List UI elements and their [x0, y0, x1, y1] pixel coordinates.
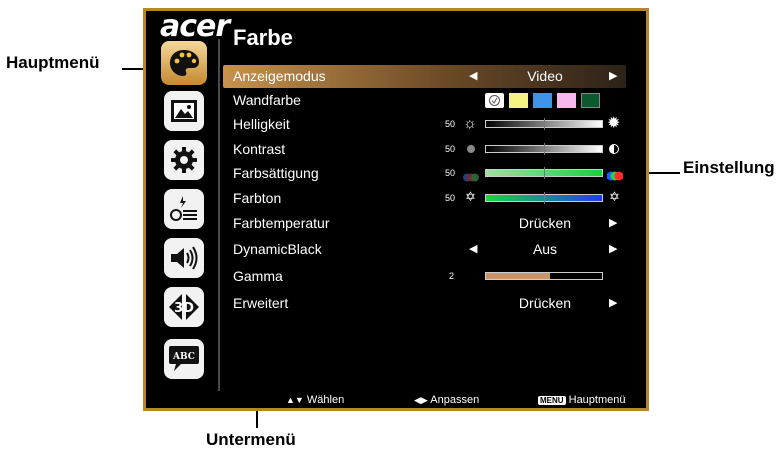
- row-farbton[interactable]: Farbton 50 ✡ ✡: [223, 187, 626, 210]
- row-value: 50: [445, 144, 456, 154]
- brightness-bar[interactable]: [485, 118, 603, 130]
- main-menu-callout: Hauptmenü: [6, 53, 100, 72]
- row-label: Farbton: [233, 190, 282, 206]
- gear-icon[interactable]: [164, 140, 204, 180]
- menu-key-icon: MENU: [538, 396, 566, 405]
- arrow-left-icon[interactable]: ◀: [469, 69, 477, 82]
- palette-icon[interactable]: [161, 41, 207, 85]
- sidebar-divider: [218, 39, 220, 391]
- wall-color-blue[interactable]: [533, 93, 552, 108]
- row-label: Farbtemperatur: [233, 215, 330, 231]
- row-label: Farbsättigung: [233, 165, 319, 181]
- arrow-right-icon[interactable]: ▶: [609, 216, 617, 229]
- saturation-bar[interactable]: [485, 167, 603, 179]
- tint-high-icon: ✡: [609, 189, 620, 204]
- footer-main-menu-label: Hauptmenü: [568, 394, 626, 406]
- projector-icon[interactable]: [164, 189, 204, 229]
- row-label: Wandfarbe: [233, 92, 301, 108]
- row-label: Kontrast: [233, 141, 286, 157]
- row-helligkeit[interactable]: Helligkeit 50 ☼ ✹: [223, 113, 626, 136]
- svg-text:ABC: ABC: [172, 352, 195, 362]
- up-down-arrows-icon: ▲▼: [286, 395, 304, 405]
- 3d-icon[interactable]: 3D: [164, 287, 204, 327]
- row-label: Erweitert: [233, 295, 289, 311]
- image-icon[interactable]: [164, 91, 204, 131]
- gamma-bar[interactable]: [485, 272, 603, 280]
- gamma-bar-fill: [486, 273, 550, 279]
- row-erweitert[interactable]: Erweitert Drücken ▶: [223, 292, 626, 315]
- row-value: Aus: [532, 241, 558, 257]
- wall-color-yellow[interactable]: [509, 93, 528, 108]
- arrow-right-icon[interactable]: ▶: [609, 69, 617, 82]
- left-right-arrows-icon: ◀▶: [414, 395, 428, 405]
- arrow-left-icon[interactable]: ◀: [469, 242, 477, 255]
- row-value: Drücken: [518, 295, 572, 311]
- footer-select-label: Wählen: [306, 394, 345, 406]
- footer-main-menu: MENU Hauptmenü: [538, 394, 626, 406]
- row-value: Drücken: [518, 215, 572, 231]
- saturation-high-icon: [606, 168, 624, 184]
- speaker-icon[interactable]: [164, 238, 204, 278]
- row-label: Anzeigemodus: [233, 68, 326, 84]
- row-value: 2: [449, 271, 455, 281]
- row-dynamicblack[interactable]: DynamicBlack ◀ Aus ▶: [223, 238, 626, 261]
- wall-color-green[interactable]: [581, 93, 600, 108]
- contrast-low-icon: [467, 145, 475, 153]
- contrast-bar[interactable]: [485, 143, 603, 155]
- submenu-callout: Untermenü: [206, 430, 296, 449]
- row-value: 50: [445, 193, 456, 203]
- footer-adjust: ◀▶ Anpassen: [414, 394, 479, 406]
- row-label: Gamma: [233, 268, 283, 284]
- language-icon[interactable]: ABC: [164, 339, 204, 379]
- row-value: 50: [445, 168, 456, 178]
- row-value: 50: [445, 119, 456, 129]
- row-value: Video: [527, 68, 563, 84]
- arrow-right-icon[interactable]: ▶: [609, 242, 617, 255]
- row-label: DynamicBlack: [233, 241, 322, 257]
- wall-color-white[interactable]: [485, 93, 504, 108]
- sun-low-icon: ☼: [463, 115, 477, 132]
- row-kontrast[interactable]: Kontrast 50: [223, 138, 626, 161]
- setting-callout: Einstellung: [683, 158, 775, 177]
- row-anzeigemodus[interactable]: Anzeigemodus ◀ Video ▶: [223, 65, 626, 88]
- row-label: Helligkeit: [233, 116, 290, 132]
- footer-adjust-label: Anpassen: [430, 394, 480, 406]
- row-gamma[interactable]: Gamma 2: [223, 265, 626, 288]
- svg-text:3D: 3D: [174, 301, 194, 316]
- wall-color-pink[interactable]: [557, 93, 576, 108]
- tint-bar[interactable]: [485, 192, 603, 204]
- row-farbtemperatur[interactable]: Farbtemperatur Drücken ▶: [223, 212, 626, 235]
- contrast-high-icon: [609, 144, 619, 154]
- tint-low-icon: ✡: [465, 189, 476, 204]
- row-farbsaettigung[interactable]: Farbsättigung 50: [223, 162, 626, 185]
- menu-title: Farbe: [233, 25, 293, 50]
- sun-high-icon: ✹: [607, 115, 621, 132]
- arrow-right-icon[interactable]: ▶: [609, 296, 617, 309]
- osd-menu: acer 3D ABC Farbe Anzeigemodus ◀ Video ▶…: [143, 8, 649, 411]
- footer-select: ▲▼ Wählen: [286, 394, 344, 406]
- row-wandfarbe[interactable]: Wandfarbe: [223, 89, 626, 112]
- saturation-low-icon: [463, 169, 479, 185]
